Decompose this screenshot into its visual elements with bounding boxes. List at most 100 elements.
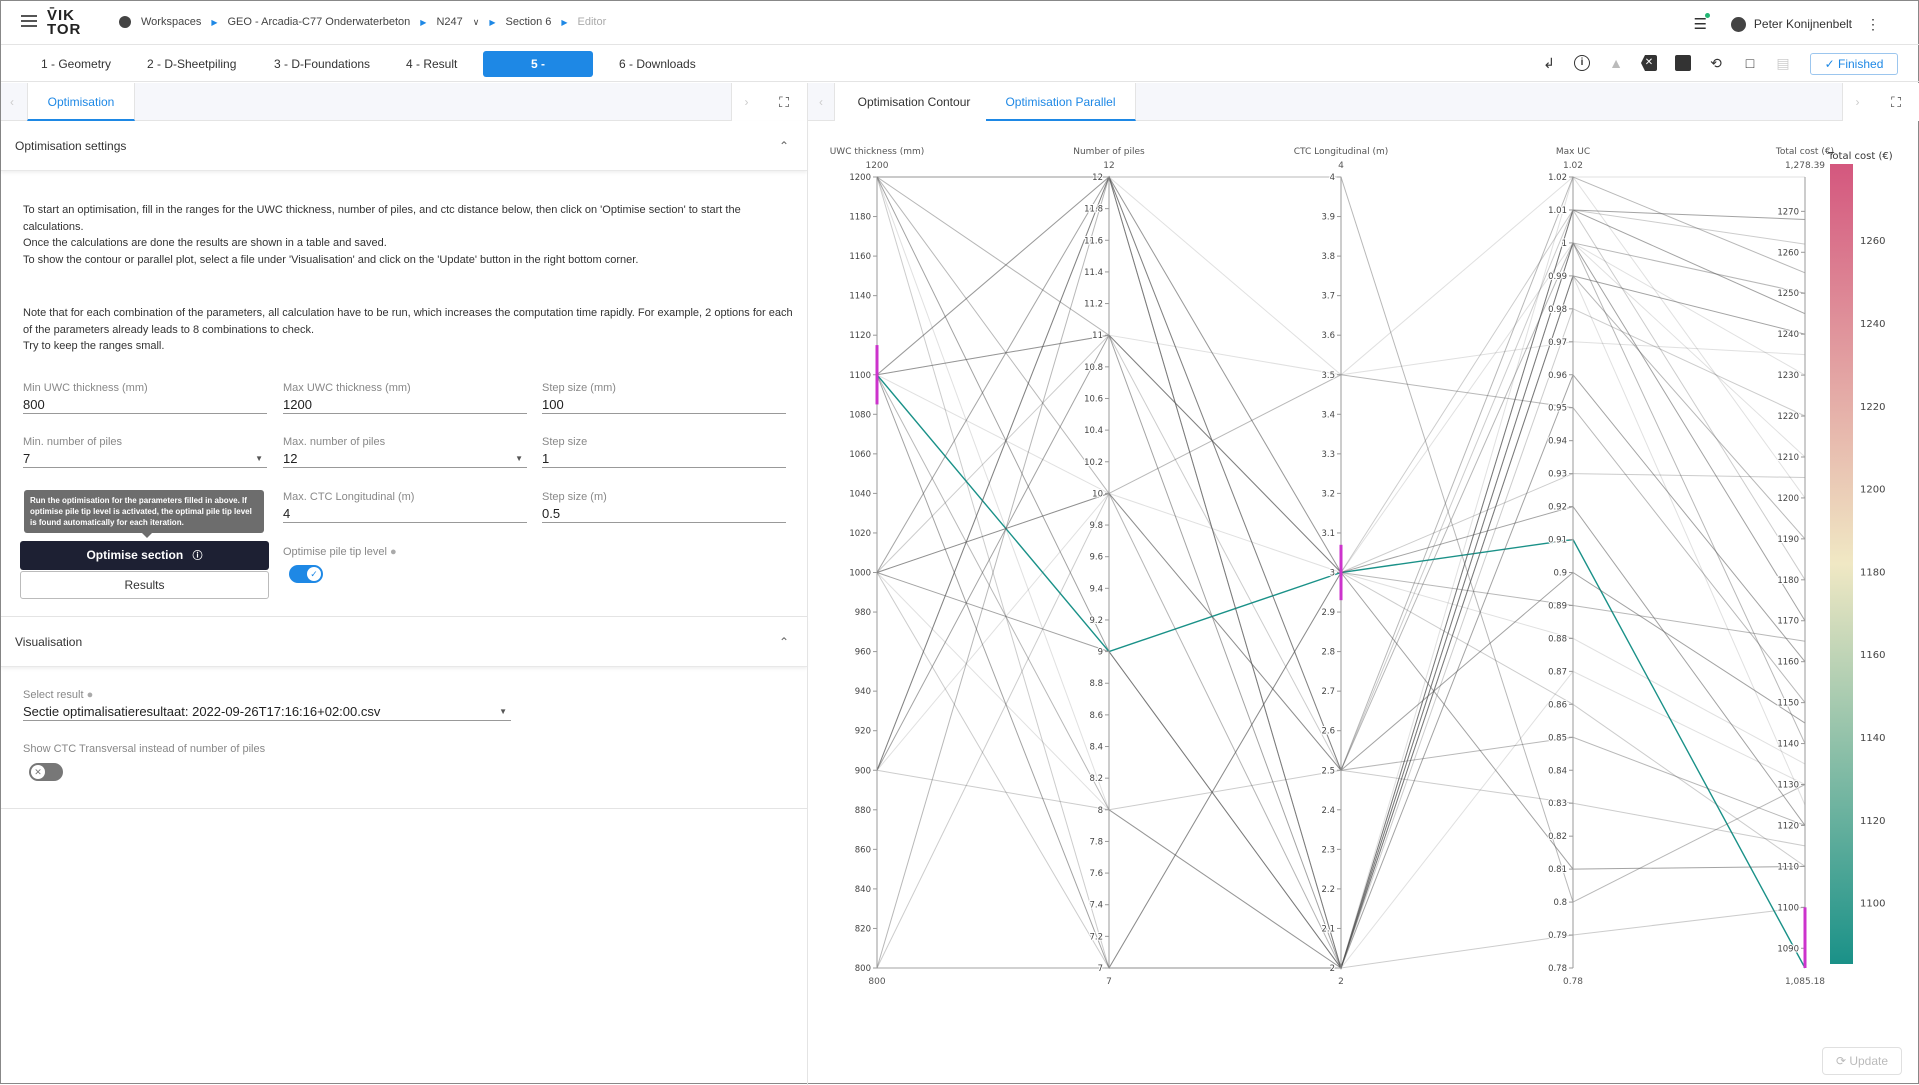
tick-label: 7.4 — [1089, 901, 1103, 911]
tick-label: 9.4 — [1089, 584, 1103, 594]
scroll-right-icon[interactable]: › — [1842, 83, 1872, 121]
field-value[interactable]: 800 — [23, 397, 267, 412]
note-line: Note that for each combination of the pa… — [23, 307, 793, 336]
field-value[interactable]: 1200 — [283, 397, 527, 412]
scroll-right-icon[interactable]: › — [731, 83, 761, 121]
tick-label: 1180 — [1777, 576, 1799, 586]
min-uwc-thickness-field[interactable]: Min UWC thickness (mm) 800 — [23, 382, 267, 414]
avatar[interactable] — [1730, 16, 1746, 32]
axis-3[interactable]: Max UC 1.02 0.78 0.78 0.79 0.8 0.81 0.82 0.83 0.8… — [1547, 147, 1590, 987]
section-title: Visualisation — [15, 635, 83, 649]
warning-icon[interactable]: ▲ — [1608, 55, 1624, 71]
constraint-range-handle[interactable] — [1803, 907, 1807, 968]
user-name[interactable]: Peter Konijnenbelt — [1754, 17, 1852, 31]
field-label: Min. number of piles — [23, 436, 123, 448]
user-menu[interactable]: ☰ Peter Konijnenbelt ⋮ — [1693, 13, 1880, 33]
field-value[interactable]: 1 — [542, 451, 786, 466]
optimise-pile-tip-toggle[interactable]: ✓ — [289, 565, 323, 583]
scroll-left-icon[interactable]: ‹ — [5, 83, 19, 121]
axis-0[interactable]: UWC thickness (mm) 1200 800 800 820 840 860 880… — [830, 147, 925, 987]
field-value[interactable]: 0.5 — [542, 506, 786, 521]
constraint-range-handle[interactable] — [875, 345, 879, 405]
finished-button[interactable]: ✓ Finished — [1810, 53, 1898, 75]
viktor-logo[interactable]: V̄IK TOR — [47, 8, 81, 37]
field-value[interactable]: 4 — [283, 506, 527, 521]
info-icon[interactable]: i — [1574, 55, 1590, 71]
fullscreen-icon[interactable]: ⛶ — [761, 83, 807, 121]
tick-label: 1040 — [849, 489, 871, 499]
min-number-of-piles-select[interactable]: Min. number of piles 7 ▼ — [23, 436, 267, 468]
update-button[interactable]: ⟳ Update — [1822, 1047, 1902, 1075]
axis-1[interactable]: Number of piles 12 77 7.2 7.4 7.6 7.8 8 8.2 8.4 8.… — [1073, 147, 1145, 987]
tab-optimisation[interactable]: 5 - Optimisation — [483, 51, 593, 97]
tick-label: 3.7 — [1321, 292, 1335, 302]
tab-d-sheetpiling[interactable]: 2 - D-Sheetpiling — [135, 51, 248, 77]
tick-label: 8.8 — [1089, 679, 1103, 689]
tab-result[interactable]: 4 - Result — [394, 51, 469, 77]
field-label: Max. number of piles — [283, 436, 386, 448]
notifications-icon[interactable]: ☰ — [1693, 13, 1710, 33]
piles-step-size-field[interactable]: Step size 1 — [542, 436, 786, 468]
tick-label: 0.8 — [1553, 898, 1567, 908]
max-number-of-piles-select[interactable]: Max. number of piles 12 ▼ — [283, 436, 527, 468]
tab-optimisation-parallel[interactable]: Optimisation Parallel — [986, 83, 1136, 121]
info-icon: ⓘ — [192, 551, 203, 562]
tick-label: 1.02 — [1548, 173, 1567, 183]
left-panel-tabbar: ‹ Optimisation › ⛶ — [1, 83, 807, 121]
tab-optimisation-panel[interactable]: Optimisation — [27, 83, 135, 121]
chevron-down-icon[interactable]: ∨ — [473, 17, 480, 28]
history-icon[interactable]: ⟲ — [1708, 55, 1724, 71]
tick-label: 7 — [1098, 964, 1103, 974]
breadcrumb-workspaces[interactable]: Workspaces — [141, 16, 201, 28]
max-ctc-longitudinal-field[interactable]: Max. CTC Longitudinal (m) 4 — [283, 491, 527, 523]
visualisation-header[interactable]: Visualisation ⌃ — [1, 617, 807, 667]
enter-icon[interactable]: ↲ — [1541, 55, 1557, 71]
tree-icon[interactable]: □ — [1742, 55, 1758, 71]
constraint-range-handle[interactable] — [1339, 544, 1343, 601]
fullscreen-icon[interactable]: ⛶ — [1872, 83, 1919, 121]
field-value[interactable]: 7 — [23, 451, 267, 466]
tick-label: 9.2 — [1089, 616, 1103, 626]
note-text: Note that for each combination of the pa… — [23, 305, 793, 355]
select-result-dropdown[interactable]: Select result ● Sectie optimalisatieresul… — [23, 689, 511, 721]
dropdown-arrow-icon[interactable]: ▼ — [255, 454, 263, 463]
tick-label: 1100 — [1777, 903, 1799, 913]
tab-geometry[interactable]: 1 - Geometry — [29, 51, 123, 77]
uwc-step-size-field[interactable]: Step size (mm) 100 — [542, 382, 786, 414]
dropdown-arrow-icon[interactable]: ▼ — [499, 707, 507, 716]
tab-optimisation-contour[interactable]: Optimisation Contour — [834, 83, 994, 121]
more-options-icon[interactable]: ⋮ — [1866, 16, 1880, 33]
parallel-coordinates-chart[interactable]: UWC thickness (mm) 1200 800 800 820 840 860 880… — [808, 122, 1919, 1002]
scroll-left-icon[interactable]: ‹ — [814, 83, 828, 121]
results-button[interactable]: Results — [20, 571, 269, 599]
breadcrumb-section[interactable]: Section 6 — [506, 16, 552, 28]
tab-downloads[interactable]: 6 - Downloads — [607, 51, 708, 77]
ctc-step-size-field[interactable]: Step size (m) 0.5 — [542, 491, 786, 523]
hamburger-menu-icon[interactable] — [21, 15, 37, 27]
chevron-up-icon[interactable]: ⌃ — [779, 121, 789, 171]
tick-label: 0.83 — [1548, 799, 1567, 809]
info-icon: ● — [86, 689, 94, 701]
save-icon[interactable] — [1675, 55, 1691, 71]
tab-d-foundations[interactable]: 3 - D-Foundations — [262, 51, 382, 77]
tick-label: 1260 — [1777, 248, 1799, 258]
breadcrumb-project[interactable]: GEO - Arcadia-C77 Onderwaterbeton — [227, 16, 410, 28]
top-bar: V̄IK TOR Workspaces ▶ GEO - Arcadia-C77 On… — [1, 1, 1919, 45]
chevron-up-icon[interactable]: ⌃ — [779, 617, 789, 667]
breadcrumb-n247[interactable]: N247 — [436, 16, 462, 28]
dropdown-arrow-icon[interactable]: ▼ — [515, 454, 523, 463]
update-label: Update — [1849, 1054, 1889, 1068]
tick-label: 2.1 — [1321, 924, 1335, 934]
tick-label: 2.3 — [1321, 845, 1335, 855]
tick-label: 0.88 — [1548, 634, 1567, 644]
ctc-transversal-toggle[interactable]: ✕ — [29, 763, 63, 781]
max-uwc-thickness-field[interactable]: Max UWC thickness (mm) 1200 — [283, 382, 527, 414]
field-value[interactable]: 12 — [283, 451, 527, 466]
field-value[interactable]: 100 — [542, 397, 786, 412]
optimise-section-button[interactable]: Optimise section ⓘ — [20, 541, 269, 570]
archive-icon[interactable]: ▤ — [1775, 55, 1791, 71]
axis-4[interactable]: Total cost (€) 1,278.39 1,085.18 1090 1100 11… — [1775, 147, 1834, 987]
section-title: Optimisation settings — [15, 139, 127, 153]
optimisation-settings-header[interactable]: Optimisation settings ⌃ — [1, 121, 807, 171]
field-value[interactable]: Sectie optimalisatieresultaat: 2022-09-2… — [23, 704, 511, 719]
